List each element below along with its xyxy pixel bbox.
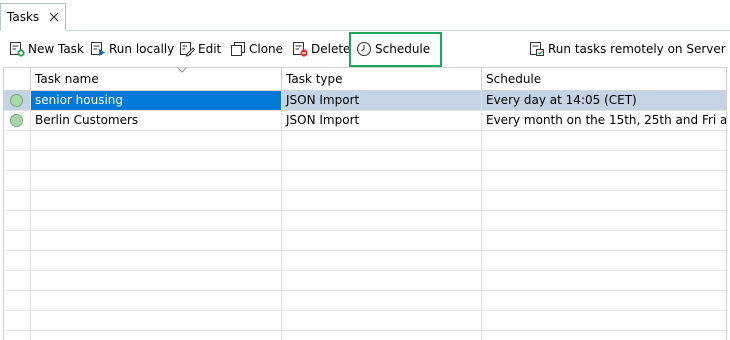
tab-tasks[interactable]: Tasks <box>0 3 66 31</box>
column-divider <box>281 91 282 340</box>
task-type-cell[interactable]: JSON Import <box>281 91 481 110</box>
schedule-button[interactable]: Schedule <box>356 39 430 59</box>
schedule-label: Schedule <box>375 42 431 56</box>
delete-button[interactable]: Delete <box>292 39 350 59</box>
run-locally-icon <box>90 41 106 57</box>
new-task-label: New Task <box>28 42 84 56</box>
column-header-schedule[interactable]: Schedule <box>481 68 726 91</box>
empty-row <box>4 251 726 271</box>
column-label: Task type <box>286 72 343 86</box>
column-divider <box>30 91 31 340</box>
delete-label: Delete <box>311 42 351 56</box>
task-type-cell[interactable]: JSON Import <box>281 111 481 130</box>
schedule-cell[interactable]: Every month on the 15th, 25th and Fri at… <box>481 111 726 130</box>
empty-row <box>4 211 726 231</box>
edit-label: Edit <box>198 42 222 56</box>
server-run-icon <box>529 41 545 57</box>
empty-row <box>4 151 726 171</box>
empty-row <box>4 271 726 291</box>
column-header-task-name[interactable]: Task name <box>30 67 281 91</box>
table-row[interactable]: senior housing JSON Import Every day at … <box>4 91 726 111</box>
empty-row <box>4 231 726 251</box>
clock-icon <box>356 41 372 57</box>
clone-icon <box>230 41 246 57</box>
run-locally-label: Run locally <box>109 42 175 56</box>
edit-icon <box>179 41 196 57</box>
schedule-cell[interactable]: Every day at 14:05 (CET) <box>481 91 726 110</box>
new-task-icon <box>9 41 25 57</box>
column-label: Task name <box>35 72 99 86</box>
clone-label: Clone <box>249 42 284 56</box>
sort-indicator-icon <box>177 67 187 73</box>
tab-label: Tasks <box>7 10 40 24</box>
run-locally-button[interactable]: Run locally <box>90 39 174 59</box>
status-indicator-icon <box>10 94 23 107</box>
clone-button[interactable]: Clone <box>230 39 283 59</box>
empty-row <box>4 291 726 311</box>
status-indicator-icon <box>10 114 23 127</box>
column-label: Schedule <box>486 72 542 86</box>
empty-row <box>4 171 726 191</box>
close-icon[interactable] <box>48 11 60 23</box>
empty-row <box>4 311 726 331</box>
tab-strip: Tasks <box>0 0 730 31</box>
run-remote-label: Run tasks remotely on Server 3T <box>548 42 730 56</box>
delete-icon <box>292 41 308 57</box>
column-header-task-type[interactable]: Task type <box>281 68 481 91</box>
empty-row <box>4 191 726 211</box>
task-name-cell[interactable]: senior housing <box>30 91 281 110</box>
tasks-table: Task name Task type Schedule senior hous… <box>3 67 727 340</box>
empty-row <box>4 131 726 151</box>
column-divider <box>481 91 482 340</box>
edit-button[interactable]: Edit <box>179 39 221 59</box>
task-name-cell[interactable]: Berlin Customers <box>30 111 281 130</box>
table-header: Task name Task type Schedule <box>4 67 726 91</box>
new-task-button[interactable]: New Task <box>9 39 84 59</box>
table-row[interactable]: Berlin Customers JSON Import Every month… <box>4 111 726 131</box>
run-remote-button[interactable]: Run tasks remotely on Server 3T <box>529 39 730 59</box>
toolbar: New Task Run locally Edit Clone Delete S… <box>0 31 730 67</box>
